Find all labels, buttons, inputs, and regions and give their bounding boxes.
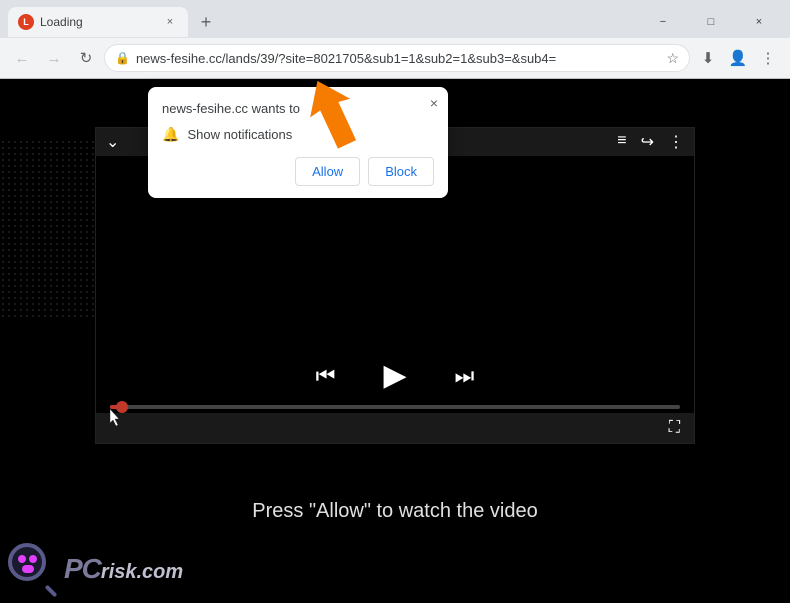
profile-icon[interactable]: 👤 xyxy=(724,44,752,72)
bookmark-icon[interactable]: ☆ xyxy=(666,50,679,67)
minimize-button[interactable]: − xyxy=(640,7,686,37)
download-icon[interactable]: ⬇ xyxy=(694,44,722,72)
queue-icon[interactable]: ≡ xyxy=(617,132,626,152)
prev-button[interactable]: ⏮ xyxy=(316,363,336,389)
center-controls: ⏮ ▶ ⏭ xyxy=(96,346,694,405)
back-button[interactable]: ← xyxy=(8,44,36,72)
tab-title: Loading xyxy=(40,15,156,29)
toolbar-icons: ⬇ 👤 ⋮ xyxy=(694,44,782,72)
popup-notification-row: 🔔 Show notifications xyxy=(162,126,434,143)
progress-dot xyxy=(116,401,128,413)
progress-bar[interactable] xyxy=(110,405,680,409)
new-tab-button[interactable]: + xyxy=(192,8,220,36)
forward-button[interactable]: → xyxy=(40,44,68,72)
page-content: × news-fesihe.cc wants to 🔔 Show notific… xyxy=(0,79,790,603)
window-controls: − □ × xyxy=(640,7,782,37)
browser-tab[interactable]: L Loading × xyxy=(8,7,188,37)
bottom-controls: ⛶ xyxy=(96,413,694,443)
popup-title: news-fesihe.cc wants to xyxy=(162,101,434,116)
address-bar: ← → ↻ 🔒 news-fesihe.cc/lands/39/?site=80… xyxy=(0,38,790,78)
allow-button[interactable]: Allow xyxy=(295,157,360,186)
lock-icon: 🔒 xyxy=(115,51,130,65)
popup-notification-text: Show notifications xyxy=(187,127,292,142)
popup-close-button[interactable]: × xyxy=(430,95,438,111)
close-button[interactable]: × xyxy=(736,7,782,37)
more-options-icon[interactable]: ⋮ xyxy=(668,132,684,152)
pcrisk-text: PC risk.com xyxy=(64,553,183,585)
tab-close-button[interactable]: × xyxy=(162,14,178,30)
fullscreen-button[interactable]: ⛶ xyxy=(669,419,680,437)
tab-favicon: L xyxy=(18,14,34,30)
block-button[interactable]: Block xyxy=(368,157,434,186)
pcrisk-icon xyxy=(8,543,60,595)
chevron-down-icon[interactable]: ⌄ xyxy=(106,132,119,152)
url-text: news-fesihe.cc/lands/39/?site=8021705&su… xyxy=(136,51,660,66)
tab-bar: L Loading × + − □ × xyxy=(0,0,790,38)
play-button[interactable]: ▶ xyxy=(383,358,406,393)
share-icon[interactable]: ↪ xyxy=(641,132,654,152)
reload-button[interactable]: ↻ xyxy=(72,44,100,72)
popup-buttons: Allow Block xyxy=(162,157,434,186)
pcrisk-logo: PC risk.com xyxy=(8,543,183,595)
next-button[interactable]: ⏭ xyxy=(455,363,475,389)
notification-popup: × news-fesihe.cc wants to 🔔 Show notific… xyxy=(148,87,448,198)
menu-icon[interactable]: ⋮ xyxy=(754,44,782,72)
press-allow-text: Press "Allow" to watch the video xyxy=(0,500,790,523)
browser-chrome: L Loading × + − □ × ← → ↻ 🔒 news-fesihe.… xyxy=(0,0,790,79)
bell-icon: 🔔 xyxy=(162,126,179,143)
maximize-button[interactable]: □ xyxy=(688,7,734,37)
omnibox[interactable]: 🔒 news-fesihe.cc/lands/39/?site=8021705&… xyxy=(104,44,690,72)
